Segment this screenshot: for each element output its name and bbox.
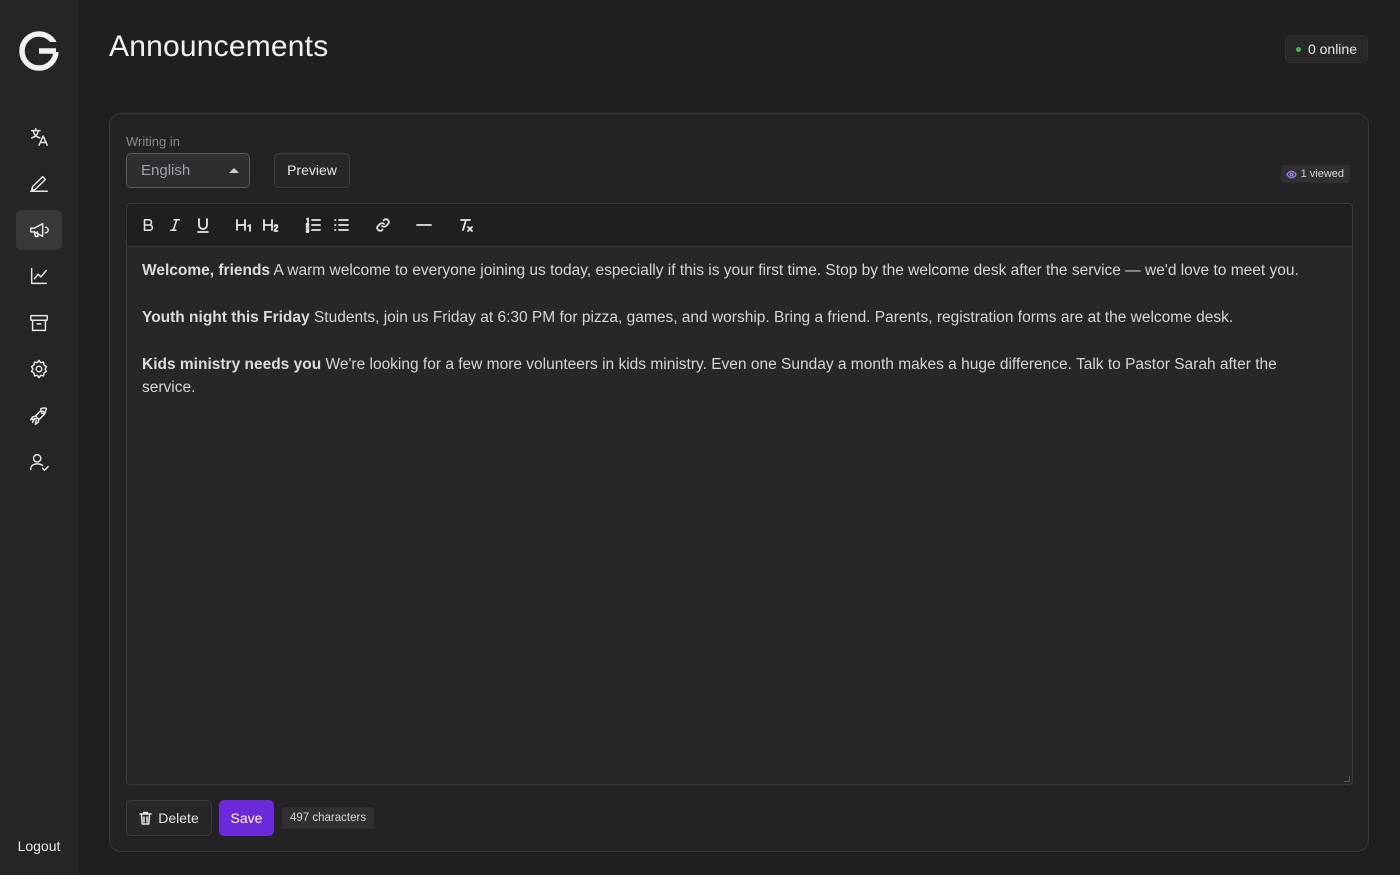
announcement-heading: Youth night this Friday (142, 309, 310, 326)
link-icon (376, 218, 390, 232)
ordered-list-button[interactable] (305, 214, 321, 236)
pencil-icon (30, 175, 48, 192)
delete-button[interactable]: Delete (126, 800, 212, 836)
horizontal-rule-icon (416, 224, 432, 226)
viewed-badge: 1 viewed (1280, 165, 1350, 183)
editor-toolbar (127, 204, 1352, 247)
viewed-count: 1 viewed (1300, 168, 1344, 180)
rich-text-editor[interactable]: Welcome, friends A warm welcome to every… (126, 203, 1353, 785)
announcement-heading: Welcome, friends (142, 262, 271, 279)
sidebar-item-settings[interactable] (16, 349, 62, 389)
italic-button[interactable] (168, 214, 182, 236)
rocket-icon (30, 407, 48, 425)
underline-button[interactable] (195, 214, 211, 236)
sidebar-item-analytics[interactable] (16, 256, 62, 296)
online-dot-icon (1295, 47, 1301, 52)
bold-icon (143, 218, 154, 232)
sidebar-item-archive[interactable] (16, 303, 62, 343)
language-select[interactable]: English (126, 153, 250, 188)
editor-content[interactable]: Welcome, friends A warm welcome to every… (142, 259, 1312, 423)
writing-in-label: Writing in (126, 134, 180, 149)
gear-icon (30, 359, 48, 379)
sidebar-item-translate[interactable] (16, 117, 62, 157)
save-button[interactable]: Save (219, 800, 274, 836)
heading-2-icon (263, 219, 279, 232)
page-title: Announcements (109, 30, 329, 63)
preview-button[interactable]: Preview (274, 153, 350, 188)
clear-format-button[interactable] (458, 214, 474, 236)
bullet-list-icon (334, 219, 349, 231)
online-status-badge: 0 online (1284, 35, 1368, 63)
heading-1-button[interactable] (235, 214, 253, 236)
sidebar-item-write[interactable] (16, 163, 62, 203)
delete-label: Delete (158, 810, 199, 826)
user-check-icon (30, 453, 49, 471)
link-button[interactable] (375, 214, 391, 236)
heading-2-button[interactable] (262, 214, 280, 236)
bold-button[interactable] (141, 214, 155, 236)
sidebar-item-announcements[interactable] (16, 210, 62, 250)
sidebar-item-launch[interactable] (16, 396, 62, 436)
clear-format-icon (460, 219, 473, 232)
announcement-body: Students, join us Friday at 6:30 PM for … (313, 309, 1234, 326)
logo-icon[interactable] (18, 30, 60, 72)
language-select-value: English (141, 162, 191, 179)
underline-icon (197, 218, 209, 233)
trash-icon (139, 811, 153, 825)
online-status-text: 0 online (1307, 41, 1357, 57)
sidebar-item-users[interactable] (16, 442, 62, 482)
announcement-heading: Kids ministry needs you (142, 356, 322, 373)
logout-button[interactable]: Logout (0, 838, 78, 854)
megaphone-icon (30, 222, 49, 238)
sidebar: Logout (0, 0, 78, 875)
line-chart-icon (30, 267, 48, 285)
heading-1-icon (236, 219, 251, 232)
resize-handle[interactable] (1344, 776, 1350, 782)
announcement-paragraph: Youth night this Friday Students, join u… (142, 306, 1312, 329)
announcement-card: Writing in English Preview 1 viewed Welc… (109, 113, 1369, 852)
eye-icon (1285, 170, 1297, 179)
bullet-list-button[interactable] (333, 214, 349, 236)
announcement-body: A warm welcome to everyone joining us to… (273, 262, 1299, 279)
horizontal-rule-button[interactable] (416, 214, 432, 236)
archive-icon (30, 314, 48, 332)
caret-up-icon (229, 168, 239, 173)
italic-icon (169, 218, 181, 232)
announcement-paragraph: Kids ministry needs you We're looking fo… (142, 353, 1312, 399)
translate-icon (30, 128, 48, 146)
announcement-paragraph: Welcome, friends A warm welcome to every… (142, 259, 1312, 282)
character-count: 497 characters (282, 807, 375, 829)
ordered-list-icon (305, 217, 321, 233)
